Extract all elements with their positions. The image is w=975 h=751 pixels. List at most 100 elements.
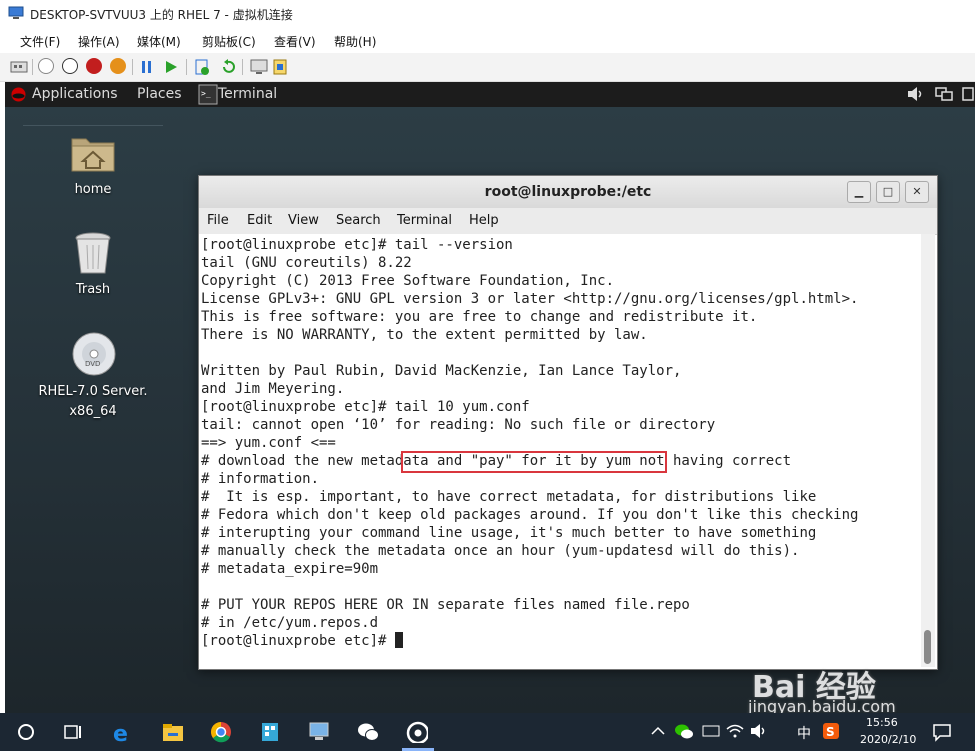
gnome-top-bar: Applications Places >_ Terminal (5, 82, 975, 107)
save-state-icon[interactable] (110, 58, 126, 74)
start-icon[interactable] (38, 58, 54, 74)
ctrl-alt-del-icon[interactable] (10, 59, 28, 75)
terminal-menu-edit[interactable]: Edit (247, 213, 272, 228)
task-view-icon[interactable] (62, 721, 84, 743)
app-icon[interactable] (259, 721, 281, 743)
home-label: home (74, 182, 112, 197)
edge-icon[interactable]: e (112, 721, 134, 743)
close-icon: ✕ (912, 185, 922, 198)
terminal-window: root@linuxprobe:/etc ▁ □ ✕ File Edit Vie… (198, 175, 938, 670)
terminal-menu-file[interactable]: File (207, 213, 229, 228)
terminal-menu-search[interactable]: Search (336, 213, 381, 228)
terminal-line: # information. (201, 471, 320, 487)
host-titlebar: DESKTOP-SVTVUU3 上的 RHEL 7 - 虚拟机连接 (0, 0, 975, 28)
enhanced-session-icon[interactable] (250, 59, 268, 75)
power-icon[interactable] (961, 86, 975, 102)
terminal-line: # manually check the metadata once an ho… (201, 543, 800, 559)
terminal-line: and Jim Meyering. (201, 381, 345, 397)
file-explorer-icon[interactable] (162, 721, 184, 743)
terminal-text: [root@linuxprobe etc]# tail --version ta… (201, 236, 858, 650)
terminal-menu-view[interactable]: View (288, 213, 319, 228)
menu-clipboard[interactable]: 剪贴板(C) (202, 33, 256, 50)
terminal-scrollbar[interactable] (921, 234, 935, 667)
terminal-menubar: File Edit View Search Terminal Help (199, 208, 937, 235)
checkpoint-icon[interactable] (194, 58, 210, 76)
terminal-app-icon: >_ (198, 84, 218, 105)
notification-icon[interactable] (932, 722, 954, 744)
applications-menu[interactable]: Applications (32, 86, 118, 102)
trash-icon[interactable] (73, 231, 113, 277)
terminal-line: # in /etc/yum.repos.d (201, 615, 379, 631)
dvd-label: RHEL-7.0 Server. x86_64 (38, 384, 148, 419)
menu-view[interactable]: 查看(V) (274, 33, 316, 50)
ime-indicator[interactable]: 中 (797, 723, 811, 743)
turn-off-icon[interactable] (62, 58, 78, 74)
chrome-icon[interactable] (210, 721, 232, 743)
maximize-icon: □ (882, 185, 894, 198)
menu-action[interactable]: 操作(A) (78, 33, 120, 50)
sogou-input-icon[interactable]: S (822, 722, 844, 744)
toolbar-separator (186, 59, 187, 75)
minimize-button[interactable]: ▁ (847, 181, 871, 203)
terminal-line: tail: cannot open ‘10’ for reading: No s… (201, 417, 716, 433)
resume-icon[interactable] (164, 60, 178, 74)
terminal-line: [root@linuxprobe etc]# tail 10 yum.conf (201, 399, 530, 415)
dvd-icon[interactable]: DVD (71, 331, 117, 377)
redhat-icon (11, 87, 26, 102)
host-menubar: 文件(F) 操作(A) 媒体(M) 剪贴板(C) 查看(V) 帮助(H) (0, 28, 975, 53)
places-menu[interactable]: Places (137, 86, 182, 102)
cortana-icon[interactable] (15, 721, 37, 743)
trash-label: Trash (75, 282, 111, 297)
maximize-button[interactable]: □ (876, 181, 900, 203)
terminal-line: ==> yum.conf <== (201, 435, 336, 451)
clock-date[interactable]: 2020/2/10 (860, 733, 916, 746)
host-window-title: DESKTOP-SVTVUU3 上的 RHEL 7 - 虚拟机连接 (30, 8, 293, 22)
chevron-up-icon[interactable] (650, 723, 672, 745)
terminal-menu-help[interactable]: Help (469, 213, 499, 228)
terminal-titlebar[interactable]: root@linuxprobe:/etc ▁ □ ✕ (199, 176, 937, 208)
svg-text:DVD: DVD (85, 360, 100, 368)
terminal-line: Copyright (C) 2013 Free Software Foundat… (201, 273, 615, 289)
terminal-line: Written by Paul Rubin, David MacKenzie, … (201, 363, 682, 379)
terminal-line: # PUT YOUR REPOS HERE OR IN separate fil… (201, 597, 690, 613)
terminal-line: [root@linuxprobe etc]# tail --version (201, 237, 513, 253)
wechat-tray-icon[interactable] (674, 722, 696, 744)
home-folder-icon[interactable] (70, 131, 116, 173)
pause-icon[interactable] (140, 60, 154, 74)
svg-text:S: S (826, 725, 835, 739)
share-icon[interactable] (272, 58, 288, 76)
windows-taskbar: e 中 S (0, 713, 975, 751)
vm-connect-icon (8, 6, 24, 19)
svg-text:e: e (113, 722, 128, 743)
terminal-line: tail (GNU coreutils) 8.22 (201, 255, 412, 271)
hyperv-manager-icon[interactable] (308, 721, 330, 743)
terminal-line: There is NO WARRANTY, to the extent perm… (201, 327, 648, 343)
shutdown-icon[interactable] (86, 58, 102, 74)
toolbar-separator (32, 59, 33, 75)
terminal-line: # Fedora which don't keep old packages a… (201, 507, 859, 523)
menu-help[interactable]: 帮助(H) (334, 33, 376, 50)
toolbar-separator (242, 59, 243, 75)
terminal-line: License GPLv3+: GNU GPL version 3 or lat… (201, 291, 859, 307)
menu-file[interactable]: 文件(F) (20, 33, 60, 50)
speaker-icon[interactable] (750, 723, 772, 745)
clock-time[interactable]: 15:56 (866, 716, 898, 729)
volume-icon[interactable] (907, 86, 925, 102)
media-player-icon[interactable] (406, 721, 428, 743)
minimize-icon: ▁ (854, 185, 864, 198)
desktop-line (23, 125, 163, 126)
terminal-app-label[interactable]: Terminal (218, 86, 277, 102)
tray-app-icon[interactable] (702, 723, 724, 745)
host-toolbar (0, 53, 975, 82)
scrollbar-thumb[interactable] (924, 630, 931, 664)
terminal-output[interactable]: [root@linuxprobe etc]# tail --version ta… (199, 234, 921, 667)
revert-icon[interactable] (220, 59, 236, 75)
network-icon[interactable] (935, 86, 953, 102)
wifi-icon[interactable] (726, 723, 748, 745)
menu-media[interactable]: 媒体(M) (137, 33, 181, 50)
close-button[interactable]: ✕ (905, 181, 929, 203)
wechat-icon[interactable] (357, 721, 379, 743)
terminal-menu-terminal[interactable]: Terminal (397, 213, 452, 228)
terminal-line: # interupting your command line usage, i… (201, 525, 817, 541)
terminal-title: root@linuxprobe:/etc (484, 184, 652, 200)
